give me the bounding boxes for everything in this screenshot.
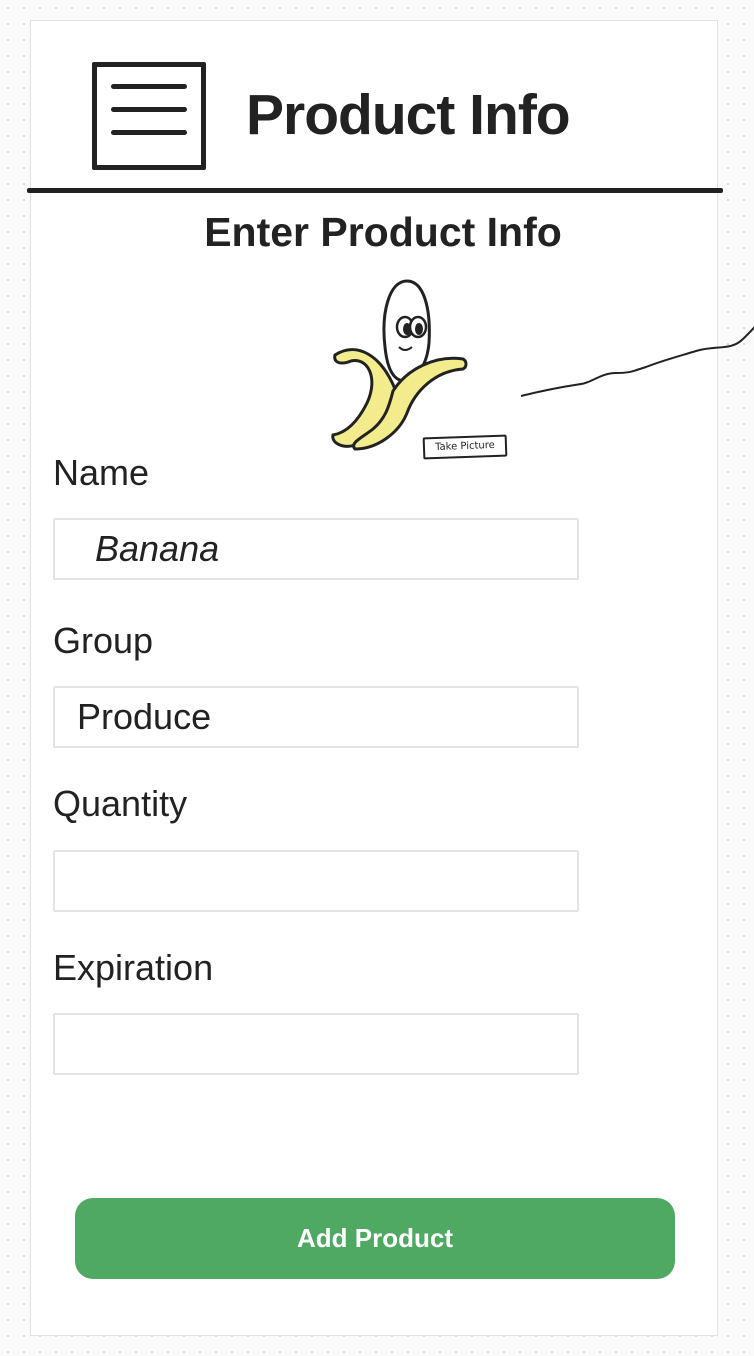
hamburger-menu-icon[interactable] bbox=[92, 62, 206, 170]
group-label: Group bbox=[53, 620, 154, 661]
camera-cord bbox=[520, 326, 754, 397]
expiration-field[interactable] bbox=[53, 1013, 579, 1075]
form-heading: Enter Product Info bbox=[204, 209, 562, 255]
header-divider bbox=[27, 188, 723, 193]
app-header: Product Info bbox=[27, 21, 723, 195]
page-title: Product Info bbox=[246, 83, 571, 147]
group-field[interactable]: Produce bbox=[53, 686, 579, 748]
expiration-label: Expiration bbox=[53, 947, 214, 988]
phone-frame: Product Info Enter Product Info Take Pic… bbox=[27, 20, 754, 1336]
quantity-label: Quantity bbox=[53, 783, 188, 824]
name-label: Name bbox=[53, 452, 150, 493]
add-product-button[interactable]: Add Product bbox=[75, 1198, 675, 1279]
name-field[interactable]: Banana bbox=[53, 518, 579, 580]
take-picture-button[interactable]: Take Picture bbox=[422, 434, 508, 460]
quantity-field[interactable] bbox=[53, 850, 579, 912]
